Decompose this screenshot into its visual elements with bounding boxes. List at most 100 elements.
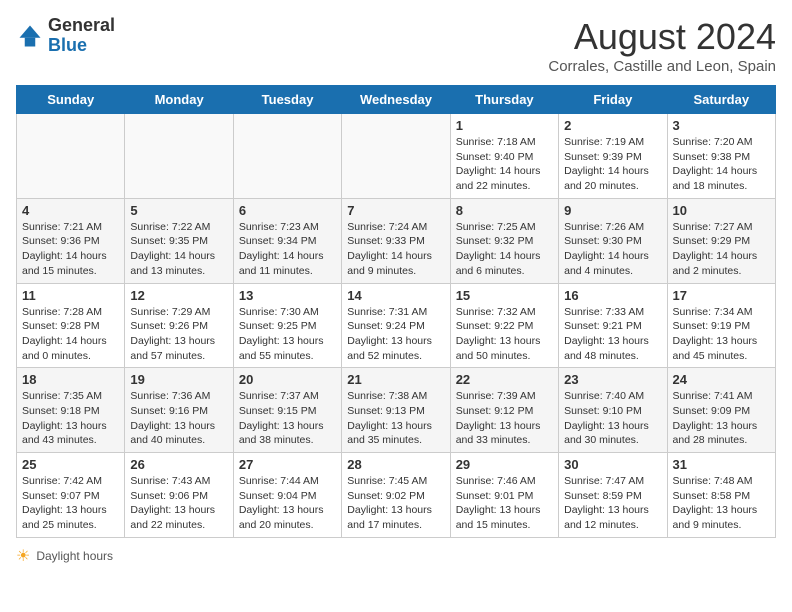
day-number: 2 xyxy=(564,118,661,133)
calendar-cell: 24Sunrise: 7:41 AM Sunset: 9:09 PM Dayli… xyxy=(667,368,775,453)
calendar-cell: 30Sunrise: 7:47 AM Sunset: 8:59 PM Dayli… xyxy=(559,453,667,538)
calendar-cell: 14 Sunrise: 7:31 AM Sunset: 9:24 PM Dayli… xyxy=(342,283,450,368)
week-row-5: 25 Sunrise: 7:42 AM Sunset: 9:07 PM Dayli… xyxy=(17,453,776,538)
logo-blue: Blue xyxy=(48,35,87,55)
day-number: 11 xyxy=(22,288,119,303)
calendar-cell: 8 Sunrise: 7:25 AM Sunset: 9:32 PM Daylig… xyxy=(450,198,558,283)
day-number: 20 xyxy=(239,372,336,387)
calendar-cell: 9 Sunrise: 7:26 AM Sunset: 9:30 PM Daylig… xyxy=(559,198,667,283)
day-info: Sunrise: 7:35 AM Sunset: 9:18 PM Dayligh… xyxy=(22,389,119,448)
calendar-cell: 3Sunrise: 7:20 AM Sunset: 9:38 PM Daylig… xyxy=(667,114,775,199)
calendar-cell: 16 Sunrise: 7:33 AM Sunset: 9:21 PM Dayli… xyxy=(559,283,667,368)
day-number: 28 xyxy=(347,457,444,472)
day-info: Sunrise: 7:45 AM Sunset: 9:02 PM Dayligh… xyxy=(347,474,444,533)
day-number: 15 xyxy=(456,288,553,303)
calendar-cell: 6 Sunrise: 7:23 AM Sunset: 9:34 PM Daylig… xyxy=(233,198,341,283)
day-number: 7 xyxy=(347,203,444,218)
day-info: Sunrise: 7:28 AM Sunset: 9:28 PM Dayligh… xyxy=(22,305,119,364)
page-header: General Blue August 2024 Corrales, Casti… xyxy=(16,16,776,75)
day-info: Sunrise: 7:27 AM Sunset: 9:29 PM Dayligh… xyxy=(673,220,770,279)
header-row: SundayMondayTuesdayWednesdayThursdayFrid… xyxy=(17,86,776,114)
day-info: Sunrise: 7:29 AM Sunset: 9:26 PM Dayligh… xyxy=(130,305,227,364)
calendar-cell xyxy=(125,114,233,199)
calendar-cell: 15Sunrise: 7:32 AM Sunset: 9:22 PM Dayli… xyxy=(450,283,558,368)
day-number: 31 xyxy=(673,457,770,472)
calendar-cell: 1Sunrise: 7:18 AM Sunset: 9:40 PM Daylig… xyxy=(450,114,558,199)
day-number: 6 xyxy=(239,203,336,218)
calendar-cell: 11 Sunrise: 7:28 AM Sunset: 9:28 PM Dayli… xyxy=(17,283,125,368)
calendar-cell: 27 Sunrise: 7:44 AM Sunset: 9:04 PM Dayli… xyxy=(233,453,341,538)
calendar-cell: 7Sunrise: 7:24 AM Sunset: 9:33 PM Daylig… xyxy=(342,198,450,283)
day-number: 9 xyxy=(564,203,661,218)
logo: General Blue xyxy=(16,16,115,56)
week-row-1: 1Sunrise: 7:18 AM Sunset: 9:40 PM Daylig… xyxy=(17,114,776,199)
calendar-cell xyxy=(233,114,341,199)
day-info: Sunrise: 7:22 AM Sunset: 9:35 PM Dayligh… xyxy=(130,220,227,279)
day-number: 16 xyxy=(564,288,661,303)
day-number: 22 xyxy=(456,372,553,387)
day-number: 18 xyxy=(22,372,119,387)
day-info: Sunrise: 7:34 AM Sunset: 9:19 PM Dayligh… xyxy=(673,305,770,364)
day-info: Sunrise: 7:46 AM Sunset: 9:01 PM Dayligh… xyxy=(456,474,553,533)
day-info: Sunrise: 7:33 AM Sunset: 9:21 PM Dayligh… xyxy=(564,305,661,364)
day-number: 19 xyxy=(130,372,227,387)
calendar-cell: 22 Sunrise: 7:39 AM Sunset: 9:12 PM Dayli… xyxy=(450,368,558,453)
calendar-cell: 17 Sunrise: 7:34 AM Sunset: 9:19 PM Dayli… xyxy=(667,283,775,368)
day-info: Sunrise: 7:23 AM Sunset: 9:34 PM Dayligh… xyxy=(239,220,336,279)
day-header-friday: Friday xyxy=(559,86,667,114)
calendar-cell: 29 Sunrise: 7:46 AM Sunset: 9:01 PM Dayli… xyxy=(450,453,558,538)
day-number: 30 xyxy=(564,457,661,472)
location: Corrales, Castille and Leon, Spain xyxy=(548,58,776,75)
day-number: 10 xyxy=(673,203,770,218)
calendar-cell: 28 Sunrise: 7:45 AM Sunset: 9:02 PM Dayli… xyxy=(342,453,450,538)
calendar-cell: 13Sunrise: 7:30 AM Sunset: 9:25 PM Dayli… xyxy=(233,283,341,368)
week-row-4: 18 Sunrise: 7:35 AM Sunset: 9:18 PM Dayli… xyxy=(17,368,776,453)
day-info: Sunrise: 7:31 AM Sunset: 9:24 PM Dayligh… xyxy=(347,305,444,364)
day-number: 17 xyxy=(673,288,770,303)
logo-general: General xyxy=(48,15,115,35)
day-header-monday: Monday xyxy=(125,86,233,114)
day-info: Sunrise: 7:37 AM Sunset: 9:15 PM Dayligh… xyxy=(239,389,336,448)
day-number: 27 xyxy=(239,457,336,472)
day-number: 26 xyxy=(130,457,227,472)
calendar-cell: 31Sunrise: 7:48 AM Sunset: 8:58 PM Dayli… xyxy=(667,453,775,538)
calendar-cell xyxy=(342,114,450,199)
logo-text: General Blue xyxy=(48,16,115,56)
day-info: Sunrise: 7:43 AM Sunset: 9:06 PM Dayligh… xyxy=(130,474,227,533)
day-info: Sunrise: 7:44 AM Sunset: 9:04 PM Dayligh… xyxy=(239,474,336,533)
day-info: Sunrise: 7:26 AM Sunset: 9:30 PM Dayligh… xyxy=(564,220,661,279)
day-number: 23 xyxy=(564,372,661,387)
day-number: 8 xyxy=(456,203,553,218)
day-number: 12 xyxy=(130,288,227,303)
day-number: 29 xyxy=(456,457,553,472)
day-info: Sunrise: 7:42 AM Sunset: 9:07 PM Dayligh… xyxy=(22,474,119,533)
day-info: Sunrise: 7:20 AM Sunset: 9:38 PM Dayligh… xyxy=(673,135,770,194)
calendar-cell: 18 Sunrise: 7:35 AM Sunset: 9:18 PM Dayli… xyxy=(17,368,125,453)
day-info: Sunrise: 7:36 AM Sunset: 9:16 PM Dayligh… xyxy=(130,389,227,448)
footer-note: ☀ Daylight hours xyxy=(16,546,776,566)
day-info: Sunrise: 7:39 AM Sunset: 9:12 PM Dayligh… xyxy=(456,389,553,448)
daylight-label: Daylight hours xyxy=(36,549,113,563)
title-block: August 2024 Corrales, Castille and Leon,… xyxy=(548,16,776,75)
week-row-3: 11 Sunrise: 7:28 AM Sunset: 9:28 PM Dayli… xyxy=(17,283,776,368)
day-number: 4 xyxy=(22,203,119,218)
logo-icon xyxy=(16,22,44,50)
day-info: Sunrise: 7:40 AM Sunset: 9:10 PM Dayligh… xyxy=(564,389,661,448)
calendar-cell: 26 Sunrise: 7:43 AM Sunset: 9:06 PM Dayli… xyxy=(125,453,233,538)
day-header-sunday: Sunday xyxy=(17,86,125,114)
day-info: Sunrise: 7:30 AM Sunset: 9:25 PM Dayligh… xyxy=(239,305,336,364)
week-row-2: 4 Sunrise: 7:21 AM Sunset: 9:36 PM Daylig… xyxy=(17,198,776,283)
day-header-thursday: Thursday xyxy=(450,86,558,114)
day-number: 14 xyxy=(347,288,444,303)
day-number: 25 xyxy=(22,457,119,472)
day-number: 21 xyxy=(347,372,444,387)
day-info: Sunrise: 7:25 AM Sunset: 9:32 PM Dayligh… xyxy=(456,220,553,279)
calendar-table: SundayMondayTuesdayWednesdayThursdayFrid… xyxy=(16,85,776,538)
calendar-cell: 25 Sunrise: 7:42 AM Sunset: 9:07 PM Dayli… xyxy=(17,453,125,538)
sun-icon: ☀ xyxy=(16,546,30,566)
day-header-saturday: Saturday xyxy=(667,86,775,114)
calendar-cell: 20 Sunrise: 7:37 AM Sunset: 9:15 PM Dayli… xyxy=(233,368,341,453)
calendar-cell: 12 Sunrise: 7:29 AM Sunset: 9:26 PM Dayli… xyxy=(125,283,233,368)
day-info: Sunrise: 7:21 AM Sunset: 9:36 PM Dayligh… xyxy=(22,220,119,279)
calendar-cell: 2Sunrise: 7:19 AM Sunset: 9:39 PM Daylig… xyxy=(559,114,667,199)
